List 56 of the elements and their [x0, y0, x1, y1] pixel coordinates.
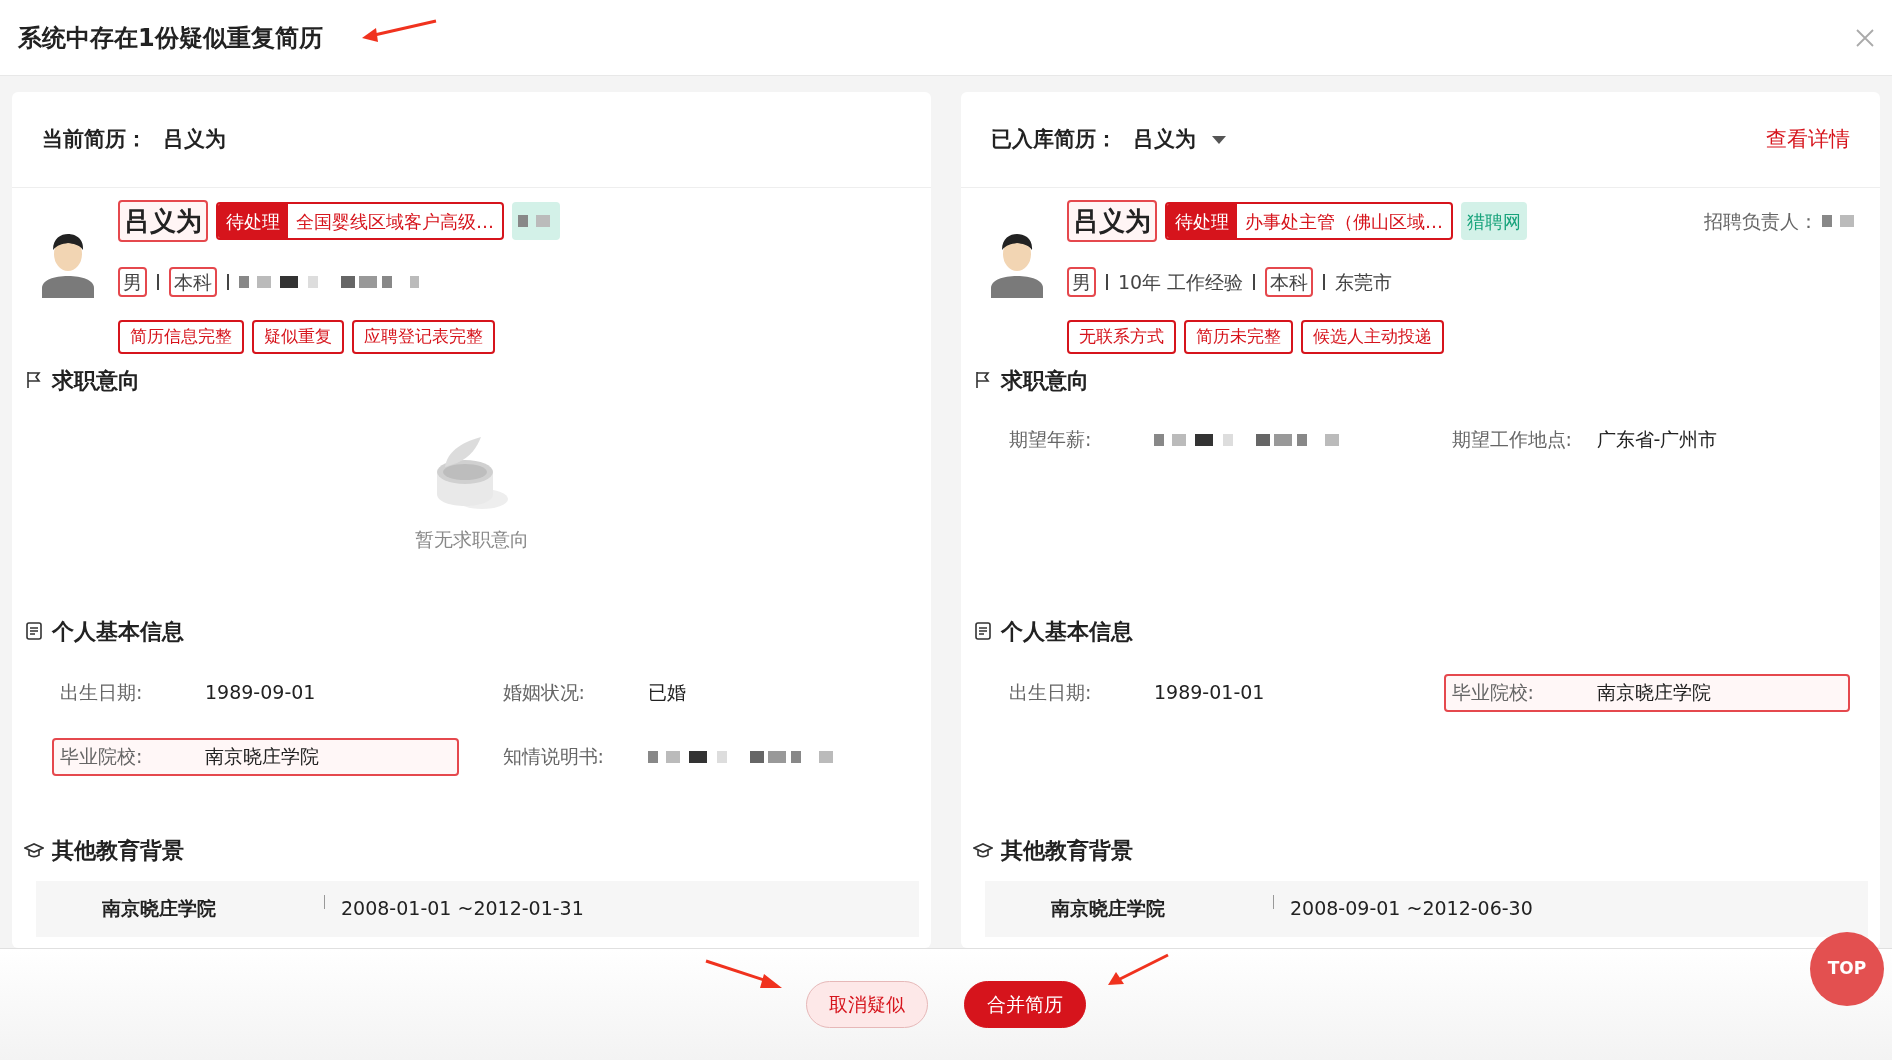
panel-title: 已入库简历：	[991, 125, 1117, 153]
field-label: 出生日期:	[1009, 680, 1093, 706]
status-tag: 待处理 全国婴线区域客户高级…	[216, 202, 504, 240]
section-title: 求职意向	[52, 366, 140, 395]
section-title: 其他教育背景	[52, 836, 184, 865]
education-period: 2008-09-01 ~2012-06-30	[1290, 896, 1533, 922]
attribute-tag: 疑似重复	[252, 320, 344, 354]
merge-button[interactable]: 合并简历	[964, 981, 1086, 1028]
field-value: 1989-09-01	[205, 680, 316, 706]
info-tag: 本科	[169, 267, 217, 297]
field-label: 期望工作地点:	[1451, 427, 1573, 453]
candidate-name: 吕义为	[1133, 125, 1196, 153]
field-value: 广东省-广州市	[1596, 427, 1718, 453]
field-label: 期望年薪:	[1009, 427, 1093, 453]
view-details-link[interactable]: 查看详情	[1766, 123, 1850, 156]
info-tag: 男	[1067, 267, 1096, 297]
field-label: 知情说明书:	[502, 744, 605, 770]
candidate-name-tag: 吕义为	[1067, 200, 1157, 242]
graduation-cap-icon	[973, 840, 993, 860]
info-text: 10年 工作经验	[1118, 269, 1244, 295]
source-tag: 猎聘网	[1461, 202, 1527, 240]
attribute-tag: 无联系方式	[1067, 320, 1176, 354]
field-value: 南京晓庄学院	[1596, 680, 1711, 706]
attribute-tag: 简历未完整	[1184, 320, 1293, 354]
section-title: 个人基本信息	[52, 617, 184, 646]
attribute-tag: 候选人主动投递	[1301, 320, 1444, 354]
caret-icon[interactable]	[1212, 135, 1226, 144]
dialog-title: 系统中存在1份疑似重复简历	[18, 22, 323, 54]
field-value: 南京晓庄学院	[205, 744, 319, 770]
field-value: 1989-01-01	[1154, 680, 1265, 706]
candidate-name-tag: 吕义为	[118, 200, 208, 242]
document-icon	[973, 621, 993, 641]
attribute-tag: 应聘登记表完整	[352, 320, 495, 354]
field-label: 出生日期:	[60, 680, 144, 706]
status-tag: 待处理 办事处主管（佛山区域…	[1165, 202, 1453, 240]
field-label: 毕业院校:	[60, 744, 144, 770]
field-value: 已婚	[647, 680, 686, 706]
school-name: 南京晓庄学院	[1051, 896, 1166, 922]
document-icon	[24, 621, 44, 641]
education-period: 2008-01-01 ~2012-01-31	[341, 896, 584, 922]
section-title: 求职意向	[1001, 366, 1089, 395]
panel-title: 当前简历：	[42, 125, 147, 153]
info-tag: 本科	[1265, 267, 1314, 297]
section-title: 个人基本信息	[1001, 617, 1133, 646]
field-label: 婚姻状况:	[502, 680, 586, 706]
cancel-button[interactable]: 取消疑似	[806, 981, 928, 1028]
info-tag: 男	[118, 267, 147, 297]
graduation-cap-icon	[24, 840, 44, 860]
school-name: 南京晓庄学院	[102, 896, 217, 922]
empty-state-text: 暂无求职意向	[414, 526, 529, 552]
field-label: 毕业院校:	[1451, 680, 1535, 706]
recruiter-label: 招聘负责人：	[1704, 208, 1818, 234]
section-title: 其他教育背景	[1001, 836, 1133, 865]
candidate-name: 吕义为	[163, 125, 226, 153]
attribute-tag: 简历信息完整	[118, 320, 244, 354]
info-text: 东莞市	[1335, 269, 1393, 295]
